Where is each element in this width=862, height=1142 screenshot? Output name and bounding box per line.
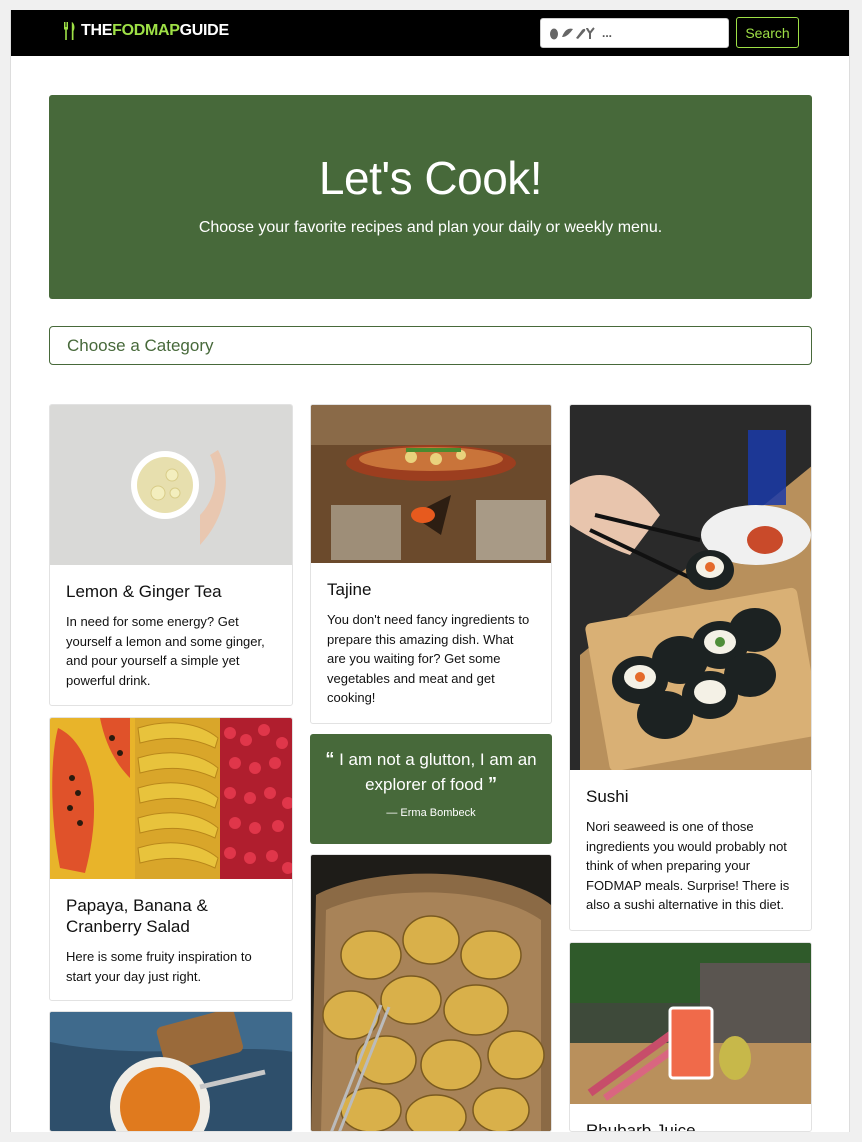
brand-fodmap: FODMAP [112, 22, 180, 39]
brand-logo[interactable]: THE FODMAP GUIDE [63, 22, 229, 40]
recipe-description: You don't need fancy ingredients to prep… [327, 612, 530, 705]
recipe-card-papaya-salad[interactable]: Papaya, Banana & Cranberry Salad Here is… [49, 717, 293, 1001]
quote-close-icon: ” [487, 774, 497, 794]
recipe-image [570, 405, 811, 770]
quote-box: “ I am not a glutton, I am an explorer o… [310, 734, 552, 844]
recipe-image [311, 405, 551, 563]
category-dropdown[interactable]: Choose a Category [49, 326, 812, 365]
recipe-title[interactable]: Papaya, Banana & Cranberry Salad [66, 895, 276, 937]
navbar: THE FODMAP GUIDE ... Search [11, 10, 849, 56]
hero-banner: Let's Cook! Choose your favorite recipes… [49, 95, 812, 299]
recipe-description: Here is some fruity inspiration to start… [66, 949, 252, 984]
recipe-image [50, 405, 292, 565]
recipe-card-lemon-ginger-tea[interactable]: Lemon & Ginger Tea In need for some ener… [49, 404, 293, 706]
hero-title: Let's Cook! [318, 152, 543, 204]
search-placeholder: ... [602, 26, 613, 40]
search-button[interactable]: Search [736, 17, 799, 48]
recipe-image [570, 943, 811, 1104]
search-input[interactable]: ... [540, 18, 729, 48]
recipe-card-sushi[interactable]: Sushi Nori seaweed is one of those ingre… [569, 404, 812, 931]
food-icons [550, 27, 595, 40]
recipe-card-potatoes[interactable] [310, 854, 552, 1132]
brand-the: THE [81, 22, 113, 39]
recipe-description: Nori seaweed is one of those ingredients… [586, 819, 790, 912]
recipe-title[interactable]: Sushi [586, 786, 795, 807]
recipe-card-soup[interactable] [49, 1011, 293, 1132]
recipe-image [311, 855, 551, 1131]
recipe-card-rhubarb-juice[interactable]: Rhubarb Juice [569, 942, 812, 1132]
hero-subtitle: Choose your favorite recipes and plan yo… [198, 219, 663, 236]
recipe-image [50, 1012, 292, 1131]
quote-author: — Erma Bombeck [386, 807, 476, 819]
recipe-card-tajine[interactable]: Tajine You don't need fancy ingredients … [310, 404, 552, 724]
recipe-title[interactable]: Lemon & Ginger Tea [66, 581, 276, 602]
brand-guide: GUIDE [179, 22, 229, 39]
quote-open-icon: “ [325, 749, 335, 769]
page-frame: THE FODMAP GUIDE ... Search Let's Cook! Ch… [10, 10, 850, 1132]
cutlery-icon [64, 22, 75, 40]
recipe-title[interactable]: Tajine [327, 579, 535, 600]
recipe-description: In need for some energy? Get yourself a … [66, 614, 265, 688]
quote-text-block: “ I am not a glutton, I am an explorer o… [310, 747, 552, 797]
recipe-title[interactable]: Rhubarb Juice [586, 1120, 795, 1131]
recipe-image [50, 718, 292, 879]
quote-text: I am not a glutton, I am an explorer of … [339, 750, 537, 794]
